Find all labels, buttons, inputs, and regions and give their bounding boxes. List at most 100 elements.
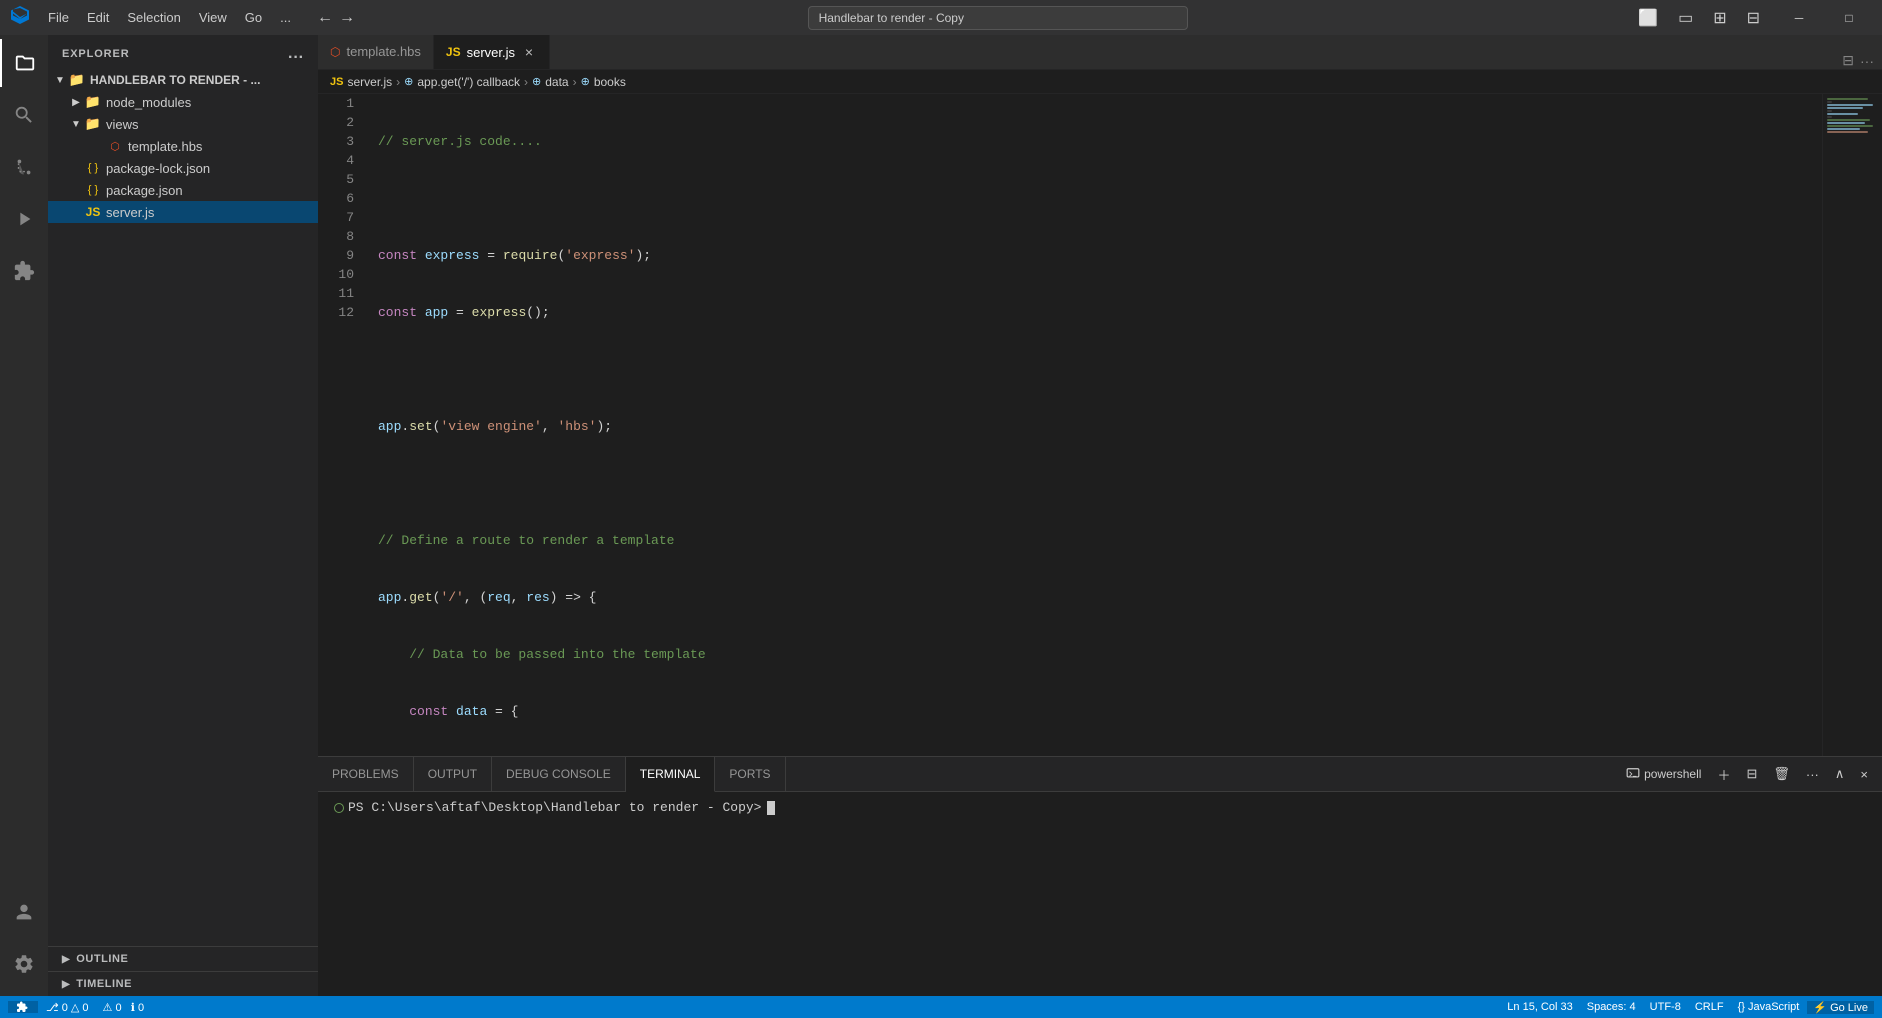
code-line-9: app . get ( '/' , ( req , res ) => { xyxy=(378,588,1822,607)
terminal-split[interactable]: ⊟ xyxy=(1740,763,1763,785)
status-spaces[interactable]: Spaces: 4 xyxy=(1581,1001,1642,1013)
terminal-shell-icon: powershell xyxy=(1620,764,1707,784)
tab-hbs-icon: ⬡ xyxy=(330,45,340,59)
bc-filename[interactable]: JS server.js xyxy=(330,75,392,89)
explorer-more[interactable]: ... xyxy=(288,45,304,63)
timeline-expand[interactable]: ▶ xyxy=(62,979,70,990)
terminal-prompt: PS C:\Users\aftaf\Desktop\Handlebar to r… xyxy=(334,800,1866,815)
code-line-11: const data = { xyxy=(378,702,1822,721)
tree-root-folder[interactable]: ▼ 📁 HANDLEBAR TO RENDER - ... xyxy=(48,69,318,91)
terminal-collapse[interactable]: ∧ xyxy=(1829,763,1851,785)
menu-selection[interactable]: Selection xyxy=(119,8,188,27)
activity-search[interactable] xyxy=(0,91,48,139)
terminal-tabs: PROBLEMS OUTPUT DEBUG CONSOLE TERMINAL P… xyxy=(318,757,1882,792)
status-cursor-pos[interactable]: Ln 15, Col 33 xyxy=(1501,1001,1578,1013)
activity-settings[interactable] xyxy=(0,940,48,988)
menu-file[interactable]: File xyxy=(40,8,77,27)
code-line-2 xyxy=(378,189,1822,208)
menu-view[interactable]: View xyxy=(191,8,235,27)
maximize-button[interactable]: □ xyxy=(1826,0,1872,35)
terminal-add[interactable]: ＋ xyxy=(1711,762,1736,787)
bc-books[interactable]: ⊕ books xyxy=(581,75,626,89)
terminal-body[interactable]: PS C:\Users\aftaf\Desktop\Handlebar to r… xyxy=(318,792,1882,996)
bc-scope-icon-2: ⊕ xyxy=(532,75,541,88)
activity-accounts[interactable] xyxy=(0,888,48,936)
terminal-path: PS C:\Users\aftaf\Desktop\Handlebar to r… xyxy=(348,800,761,815)
activity-run[interactable] xyxy=(0,195,48,243)
layout-custom[interactable]: ⊟ xyxy=(1741,6,1766,30)
status-go-live[interactable]: ⚡ Go Live xyxy=(1807,1001,1874,1014)
terminal-trash[interactable]: 🗑 xyxy=(1767,763,1796,785)
tab-template-hbs[interactable]: ⬡ template.hbs xyxy=(318,35,434,69)
code-line-3: const express = require ( 'express' ); xyxy=(378,246,1822,265)
tree-server-js[interactable]: ▶ JS server.js xyxy=(48,201,318,223)
root-expand-arrow[interactable]: ▼ xyxy=(52,75,68,86)
menu-go[interactable]: Go xyxy=(237,8,270,27)
minimap-content xyxy=(1823,94,1882,138)
activity-source-control[interactable] xyxy=(0,143,48,191)
app-logo xyxy=(10,5,30,31)
terminal-panel: PROBLEMS OUTPUT DEBUG CONSOLE TERMINAL P… xyxy=(318,756,1882,996)
tree-package-json[interactable]: ▶ { } package.json xyxy=(48,179,318,201)
layout-zen[interactable]: ▭ xyxy=(1672,6,1699,30)
layout-sidebyside[interactable]: ⬜ xyxy=(1632,6,1664,30)
node-modules-icon: 📁 xyxy=(84,94,102,110)
nav-forward[interactable]: → xyxy=(339,9,355,27)
bc-js-icon: JS xyxy=(330,76,343,88)
terminal-more[interactable]: ··· xyxy=(1800,764,1825,785)
tab-server-js[interactable]: JS server.js × xyxy=(434,35,550,69)
code-line-1: // server.js code.... xyxy=(378,132,1822,151)
status-remote[interactable] xyxy=(8,1001,38,1013)
search-input[interactable] xyxy=(808,6,1188,30)
explorer-title: EXPLORER xyxy=(62,48,130,60)
tab-ports[interactable]: PORTS xyxy=(715,757,785,792)
root-folder-label: HANDLEBAR TO RENDER - ... xyxy=(90,73,260,87)
bc-callback[interactable]: ⊕ app.get('/') callback xyxy=(404,75,520,89)
editor-content: 1 2 3 4 5 6 7 8 9 10 11 12 // server.js … xyxy=(318,94,1882,756)
minimize-button[interactable]: ─ xyxy=(1776,0,1822,35)
template-hbs-icon: ⬡ xyxy=(106,140,124,153)
status-errors[interactable]: ⚠ 0 ℹ 0 xyxy=(97,1001,151,1014)
search-bar[interactable] xyxy=(373,6,1622,30)
outline-label: OUTLINE xyxy=(76,953,128,965)
sidebar: EXPLORER ... ▼ 📁 HANDLEBAR TO RENDER - .… xyxy=(48,35,318,996)
code-editor[interactable]: // server.js code.... const express = re… xyxy=(370,94,1822,756)
layout-grid[interactable]: ⊞ xyxy=(1707,6,1732,30)
timeline-panel[interactable]: ▶ TIMELINE xyxy=(48,971,318,996)
node-modules-arrow[interactable]: ▶ xyxy=(68,97,84,108)
menu-more[interactable]: ... xyxy=(272,8,299,27)
tab-js-label: server.js xyxy=(467,45,515,60)
tab-terminal[interactable]: TERMINAL xyxy=(626,757,716,792)
root-folder-icon: 📁 xyxy=(68,72,86,88)
status-left: ⎇ 0 △ 0 ⚠ 0 ℹ 0 xyxy=(0,1001,158,1014)
tab-problems[interactable]: PROBLEMS xyxy=(318,757,414,792)
activity-extensions[interactable] xyxy=(0,247,48,295)
editor-layout-split[interactable]: ⊟ xyxy=(1842,52,1854,69)
server-js-icon: JS xyxy=(84,205,102,219)
views-icon: 📁 xyxy=(84,116,102,132)
tree-node-modules[interactable]: ▶ 📁 node_modules xyxy=(48,91,318,113)
tree-views-folder[interactable]: ▼ 📁 views xyxy=(48,113,318,135)
editor-more[interactable]: ··· xyxy=(1860,53,1874,69)
tab-output[interactable]: OUTPUT xyxy=(414,757,492,792)
activity-explorer[interactable] xyxy=(0,39,48,87)
bc-data[interactable]: ⊕ data xyxy=(532,75,569,89)
code-line-5 xyxy=(378,360,1822,379)
tab-close-server-js[interactable]: × xyxy=(521,44,537,60)
views-arrow[interactable]: ▼ xyxy=(68,119,84,130)
status-language[interactable]: {} JavaScript xyxy=(1732,1001,1806,1013)
status-encoding[interactable]: UTF-8 xyxy=(1644,1001,1687,1013)
tree-package-lock[interactable]: ▶ { } package-lock.json xyxy=(48,157,318,179)
outline-panel[interactable]: ▶ OUTLINE xyxy=(48,946,318,971)
nav-back[interactable]: ← xyxy=(317,9,333,27)
menu-edit[interactable]: Edit xyxy=(79,8,117,27)
status-line-ending[interactable]: CRLF xyxy=(1689,1001,1730,1013)
code-line-8: // Define a route to render a template xyxy=(378,531,1822,550)
tree-template-hbs[interactable]: ▶ ⬡ template.hbs xyxy=(48,135,318,157)
outline-expand[interactable]: ▶ xyxy=(62,954,70,965)
tab-debug-console[interactable]: DEBUG CONSOLE xyxy=(492,757,626,792)
tab-js-icon: JS xyxy=(446,45,461,59)
terminal-close[interactable]: × xyxy=(1854,764,1874,785)
views-label: views xyxy=(106,117,139,132)
status-git-branch[interactable]: ⎇ 0 △ 0 xyxy=(40,1001,95,1014)
